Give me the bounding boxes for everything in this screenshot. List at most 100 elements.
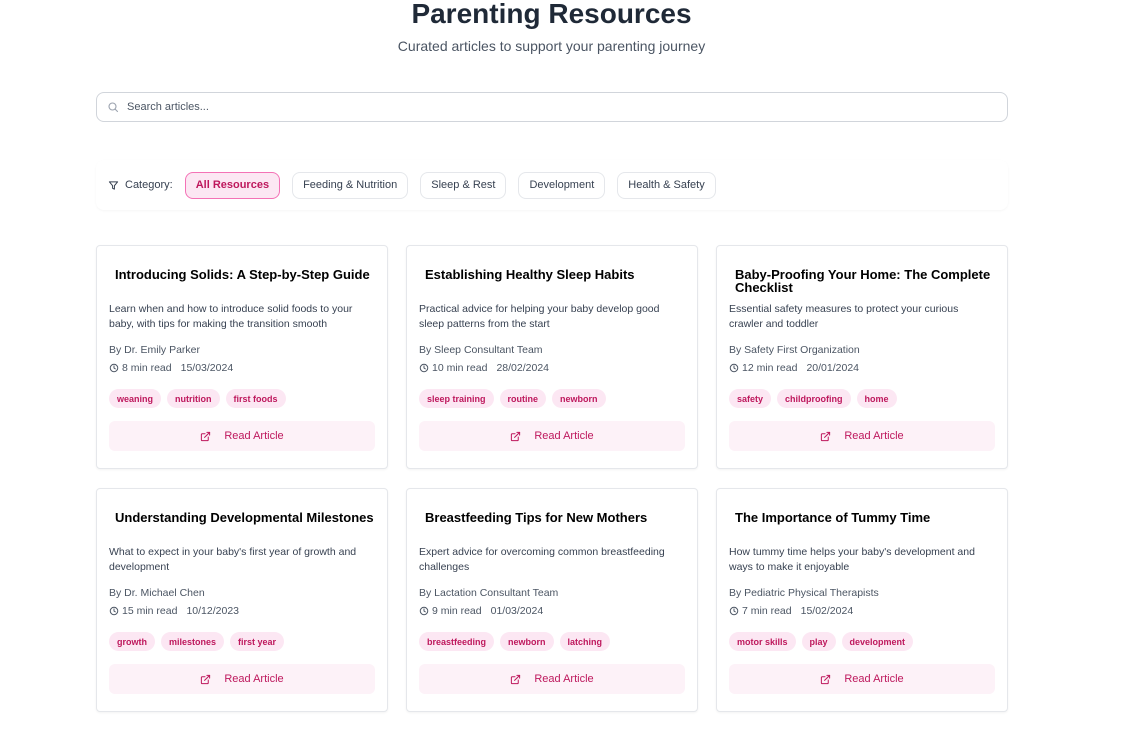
clock-icon [729,606,739,616]
article-author: By Safety First Organization [729,344,860,356]
article-description: How tummy time helps your baby's develop… [729,546,975,573]
article-meta: 7 min read 15/02/2024 [729,605,853,617]
article-date: 15/03/2024 [180,362,234,374]
read-article-label: Read Article [844,430,904,442]
article-card: The Importance of Tummy Time How tummy t… [716,488,1008,712]
article-date: 20/01/2024 [806,362,860,374]
tag: weaning [109,389,162,408]
article-description: Practical advice for helping your baby d… [419,303,660,330]
article-title: The Importance of Tummy Time [735,510,931,525]
article-author: By Pediatric Physical Therapists [729,587,879,599]
tag: newborn [500,632,554,651]
read-article-label: Read Article [534,673,594,685]
read-article-label: Read Article [224,673,284,685]
article-card: Baby-Proofing Your Home: The Complete Ch… [716,245,1008,469]
category-chip-sleep-rest[interactable]: Sleep & Rest [420,171,507,199]
read-article-label: Read Article [534,430,594,442]
article-author: By Lactation Consultant Team [419,587,559,599]
article-meta: 9 min read 01/03/2024 [419,605,543,617]
article-title: Baby-Proofing Your Home: The Complete Ch… [735,267,991,295]
read-time: 9 min read [432,605,482,617]
tag: latching [559,632,611,651]
tag: motor skills [729,632,796,651]
read-time: 15 min read [122,605,178,617]
external-link-icon [510,674,521,685]
category-filter-bar: Category: All Resources Feeding & Nutrit… [96,160,1008,210]
tag: breastfeeding [419,632,495,651]
clock-icon [109,606,119,616]
article-meta: 10 min read 28/02/2024 [419,362,549,374]
page-title: Parenting Resources [411,0,692,29]
category-chip-development[interactable]: Development [518,171,606,199]
page-header: Parenting Resources Curated articles to … [0,0,1103,54]
tag: newborn [552,389,606,408]
tag: home [856,389,897,408]
page-subtitle: Curated articles to support your parenti… [397,38,706,54]
read-article-button[interactable]: Read Article [109,421,375,451]
search-bar[interactable] [96,92,1008,122]
read-article-label: Read Article [224,430,284,442]
read-time: 8 min read [122,362,172,374]
tag: safety [729,389,772,408]
article-grid: Introducing Solids: A Step-by-Step Guide… [96,245,1008,712]
article-date: 28/02/2024 [496,362,550,374]
tag: play [801,632,836,651]
external-link-icon [820,431,831,442]
filter-icon [108,180,119,191]
article-author: By Sleep Consultant Team [419,344,543,356]
article-title: Breastfeeding Tips for New Mothers [425,510,648,525]
article-card: Breastfeeding Tips for New Mothers Exper… [406,488,698,712]
read-time: 12 min read [742,362,798,374]
tag: sleep training [419,389,494,408]
read-article-label: Read Article [844,673,904,685]
article-description: Learn when and how to introduce solid fo… [109,303,353,330]
external-link-icon [200,431,211,442]
article-description: Expert advice for overcoming common brea… [419,546,665,573]
tag-list: growth milestones first year [109,632,290,651]
article-author: By Dr. Emily Parker [109,344,201,356]
clock-icon [729,363,739,373]
clock-icon [419,606,429,616]
category-label-text: Category: [125,179,173,191]
article-card: Understanding Developmental Milestones W… [96,488,388,712]
external-link-icon [200,674,211,685]
category-chip-all-resources[interactable]: All Resources [184,171,281,199]
external-link-icon [820,674,831,685]
clock-icon [109,363,119,373]
article-author: By Dr. Michael Chen [109,587,205,599]
article-date: 01/03/2024 [490,605,544,617]
category-chip-health-safety[interactable]: Health & Safety [617,171,716,199]
tag: milestones [161,632,225,651]
tag: development [841,632,914,651]
read-article-button[interactable]: Read Article [729,664,995,694]
article-card: Introducing Solids: A Step-by-Step Guide… [96,245,388,469]
clock-icon [419,363,429,373]
search-input[interactable] [127,94,987,120]
article-meta: 15 min read 10/12/2023 [109,605,239,617]
tag: nutrition [167,389,220,408]
read-article-button[interactable]: Read Article [419,664,685,694]
read-article-button[interactable]: Read Article [419,421,685,451]
tag: first foods [225,389,286,408]
category-label: Category: [108,179,173,191]
read-article-button[interactable]: Read Article [729,421,995,451]
article-date: 10/12/2023 [186,605,240,617]
article-title: Introducing Solids: A Step-by-Step Guide [115,267,370,282]
category-chip-feeding-nutrition[interactable]: Feeding & Nutrition [292,171,409,199]
tag-list: weaning nutrition first foods [109,389,292,408]
article-title: Understanding Developmental Milestones [115,510,374,525]
tag-list: motor skills play development [729,632,919,651]
external-link-icon [510,431,521,442]
tag-list: breastfeeding newborn latching [419,632,616,651]
article-description: What to expect in your baby's first year… [109,546,357,573]
tag: childproofing [777,389,851,408]
article-title: Establishing Healthy Sleep Habits [425,267,635,282]
read-article-button[interactable]: Read Article [109,664,375,694]
tag-list: safety childproofing home [729,389,903,408]
article-card: Establishing Healthy Sleep Habits Practi… [406,245,698,469]
tag-list: sleep training routine newborn [419,389,612,408]
tag: growth [109,632,155,651]
article-meta: 8 min read 15/03/2024 [109,362,233,374]
search-icon [107,101,119,113]
tag: routine [499,389,547,408]
